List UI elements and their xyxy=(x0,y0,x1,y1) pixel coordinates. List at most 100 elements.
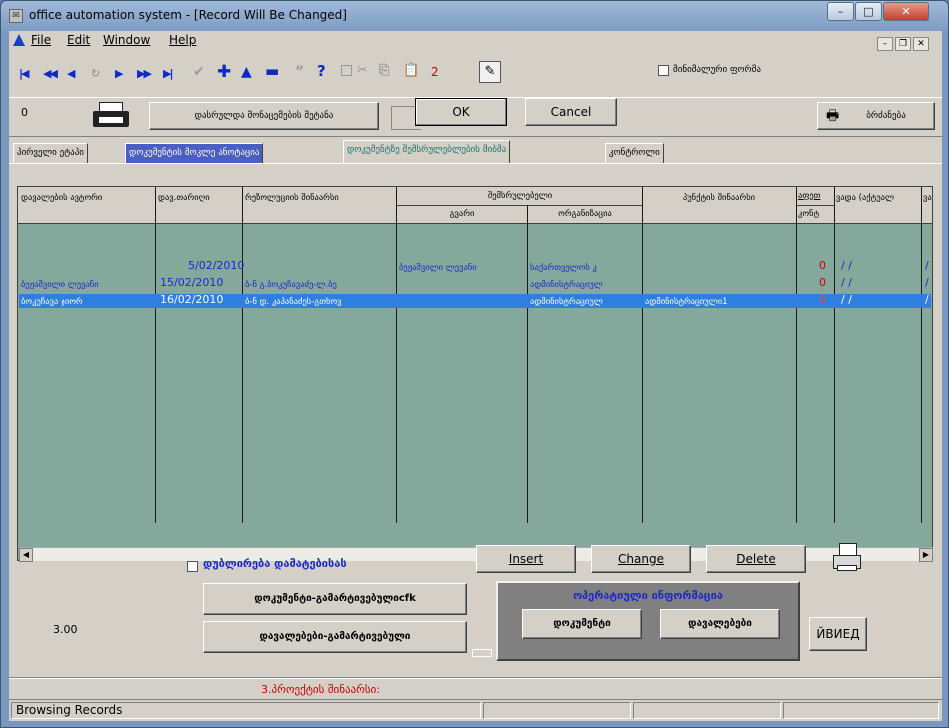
paste-icon[interactable]: 📋 xyxy=(403,63,419,78)
cell-surname[interactable]: ბეჟაშვილი ლევანი xyxy=(399,263,526,273)
last-record-icon[interactable]: ▶| xyxy=(163,67,174,80)
minimal-form-label: მინიმალური ფორმა xyxy=(673,65,761,75)
menu-window[interactable]: Window xyxy=(103,33,150,47)
col-header-control: კონტ xyxy=(798,209,820,219)
cell-flag[interactable]: 0 xyxy=(819,293,826,306)
cell-flag[interactable]: 0 xyxy=(819,276,826,289)
status-panel-2 xyxy=(483,702,631,719)
cell-deadline[interactable]: / / xyxy=(841,293,852,306)
toolbar: |◀ ◀◀ ◀ ↻ ▶ ▶▶ ▶| ✔ ✚ ▲ ▬ ” ? ✂ ⎘ 📋 2 ✎ … xyxy=(9,53,942,93)
print-command-button[interactable]: 🖶 ბრძანება xyxy=(817,102,935,130)
col-header-point[interactable]: პუნქტის შინაარსი xyxy=(644,193,794,203)
col-header-flag[interactable]: აფეთ xyxy=(798,191,833,201)
record-count: 0 xyxy=(21,106,28,119)
tab-control[interactable]: კონტროლი xyxy=(605,143,664,163)
cell-deadline2[interactable]: / xyxy=(925,259,929,272)
delete-record-icon[interactable]: ▬ xyxy=(265,62,279,80)
col-header-date[interactable]: დავ.თარიღი xyxy=(158,193,240,203)
edit-record-icon[interactable]: ▲ xyxy=(241,64,252,80)
cell-org[interactable]: ადმინისტრაციულ xyxy=(530,280,641,290)
cell-org[interactable]: ადმინისტრაციულ xyxy=(530,297,641,307)
bottom-printer-icon[interactable] xyxy=(829,543,869,575)
executors-grid[interactable]: დავალების ავტორი დავ.თარიღი რეზოლუციის შ… xyxy=(17,186,933,562)
col-header-deadline2[interactable]: ვად xyxy=(923,193,932,203)
prev-page-icon[interactable]: ◀◀ xyxy=(43,67,58,80)
col-header-surname[interactable]: გვარი xyxy=(398,209,526,219)
cell-flag[interactable]: 0 xyxy=(819,259,826,272)
cell-date[interactable]: 15/02/2010 xyxy=(160,276,223,289)
tab-first-stage[interactable]: პირველი ეტაპი xyxy=(13,143,88,163)
print-command-label: ბრძანება xyxy=(866,111,906,121)
form-edit-icon[interactable]: ✎ xyxy=(479,61,501,83)
duplicate-on-add-label: დუბლირება დამატებისას xyxy=(203,557,347,570)
cell-deadline[interactable]: / / xyxy=(841,259,852,272)
duplicate-on-add-checkbox[interactable] xyxy=(187,561,198,572)
menu-edit[interactable]: Edit xyxy=(67,33,90,47)
cell-deadline[interactable]: / / xyxy=(841,276,852,289)
next-page-icon[interactable]: ▶▶ xyxy=(137,67,152,80)
tydied-button[interactable]: ЙВИЕД xyxy=(809,617,867,651)
cell-org[interactable]: საქართველოს კ xyxy=(530,263,641,273)
quote-icon[interactable]: ” xyxy=(295,64,304,80)
cell-deadline2[interactable]: / xyxy=(925,276,929,289)
tab-short-annotation[interactable]: დოკუმენტის მოკლე ანოტაცია xyxy=(125,143,264,163)
cell-deadline2[interactable]: / xyxy=(925,293,929,306)
prev-record-icon[interactable]: ◀ xyxy=(67,67,76,80)
small-button[interactable] xyxy=(472,649,492,657)
col-header-author[interactable]: დავალების ავტორი xyxy=(21,193,153,203)
copy-icon[interactable]: ⎘ xyxy=(379,63,390,78)
ops-tasks-button[interactable]: დავალებები xyxy=(660,609,780,639)
mdi-restore-button[interactable]: ❐ xyxy=(895,37,911,51)
ops-documents-button[interactable]: დოკუმენტი xyxy=(522,609,642,639)
toolbar-checkbox[interactable] xyxy=(341,65,352,76)
app-icon: ✉ xyxy=(9,9,23,23)
cell-date[interactable]: 5/02/2010 xyxy=(188,259,244,272)
record-counter: 2 xyxy=(431,65,439,79)
add-record-icon[interactable]: ✚ xyxy=(217,62,231,82)
title-bar[interactable]: ✉ office automation system - [Record Wil… xyxy=(1,1,948,31)
cell-date[interactable]: 16/02/2010 xyxy=(160,293,223,306)
ok-button[interactable]: OK xyxy=(415,98,507,126)
next-record-icon[interactable]: ▶ xyxy=(115,67,124,80)
maximize-button[interactable]: □ xyxy=(855,2,882,21)
minimal-form-checkbox[interactable] xyxy=(658,65,669,76)
menu-help[interactable]: Help xyxy=(169,33,196,47)
scroll-right-icon[interactable]: ▶ xyxy=(919,548,933,562)
first-record-icon[interactable]: |◀ xyxy=(19,67,30,80)
app-logo-icon xyxy=(13,34,25,46)
tasks-simplified-button[interactable]: დავალებები-გამარტივებული xyxy=(203,621,467,653)
cell-author[interactable]: ბოკუჩავა ჯიორ xyxy=(21,297,154,307)
help-icon[interactable]: ? xyxy=(317,62,326,80)
status-bar: Browsing Records xyxy=(9,699,942,721)
doc-simplified-button[interactable]: დოკუმენტი-გამარტივებულიcfk xyxy=(203,583,467,615)
scroll-left-icon[interactable]: ◀ xyxy=(19,548,33,562)
client-area: File Edit Window Help – ❐ ✕ |◀ ◀◀ ◀ ↻ ▶ … xyxy=(9,31,942,721)
navigation-row: 0 დასრულდა მონაცემების შეტანა OK Cancel … xyxy=(9,97,942,137)
ops-info-panel: ოპერატიული ინფორმაცია დოკუმენტი დავალებე… xyxy=(496,581,800,661)
refresh-icon[interactable]: ↻ xyxy=(91,67,100,80)
tab-assign-executors[interactable]: დოკუმენტზე შემსრულებლების მიბმა xyxy=(343,140,511,164)
col-header-deadline[interactable]: ვადა (აქტუალ xyxy=(836,193,920,203)
cell-author[interactable]: ბეჟაშვილი ლევანი xyxy=(21,280,154,290)
cut-icon[interactable]: ✂ xyxy=(357,63,368,78)
col-header-organization[interactable]: ორგანიზაცია xyxy=(529,209,641,219)
version-label: 3.00 xyxy=(53,623,78,636)
mdi-minimize-button[interactable]: – xyxy=(877,37,893,51)
cancel-button[interactable]: Cancel xyxy=(525,98,617,126)
mdi-close-button[interactable]: ✕ xyxy=(913,37,929,51)
close-button[interactable]: ✕ xyxy=(883,2,929,21)
finish-data-entry-button[interactable]: დასრულდა მონაცემების შეტანა xyxy=(149,102,379,130)
cell-resolution[interactable]: ბ-ნ გ.ბოკუჩავაძე-ლ.ბე xyxy=(245,280,395,290)
delete-button[interactable]: Delete xyxy=(706,545,806,573)
cell-resolution[interactable]: ბ-ნ დ. კაპანაძეს-გთხოვ xyxy=(245,297,395,307)
change-button[interactable]: Change xyxy=(591,545,691,573)
col-header-resolution[interactable]: რეზოლუციის შინაარსი xyxy=(245,193,393,203)
insert-button[interactable]: Insert xyxy=(476,545,576,573)
status-panel-3 xyxy=(633,702,781,719)
project-content-label: 3.პროექტის შინაარსი: xyxy=(261,683,381,696)
minimize-button[interactable]: – xyxy=(827,2,854,21)
cell-point[interactable]: ადმინისტრაციული1 xyxy=(645,297,795,307)
menu-file[interactable]: File xyxy=(31,33,51,47)
check-icon[interactable]: ✔ xyxy=(193,64,205,80)
app-window: ✉ office automation system - [Record Wil… xyxy=(0,0,949,728)
